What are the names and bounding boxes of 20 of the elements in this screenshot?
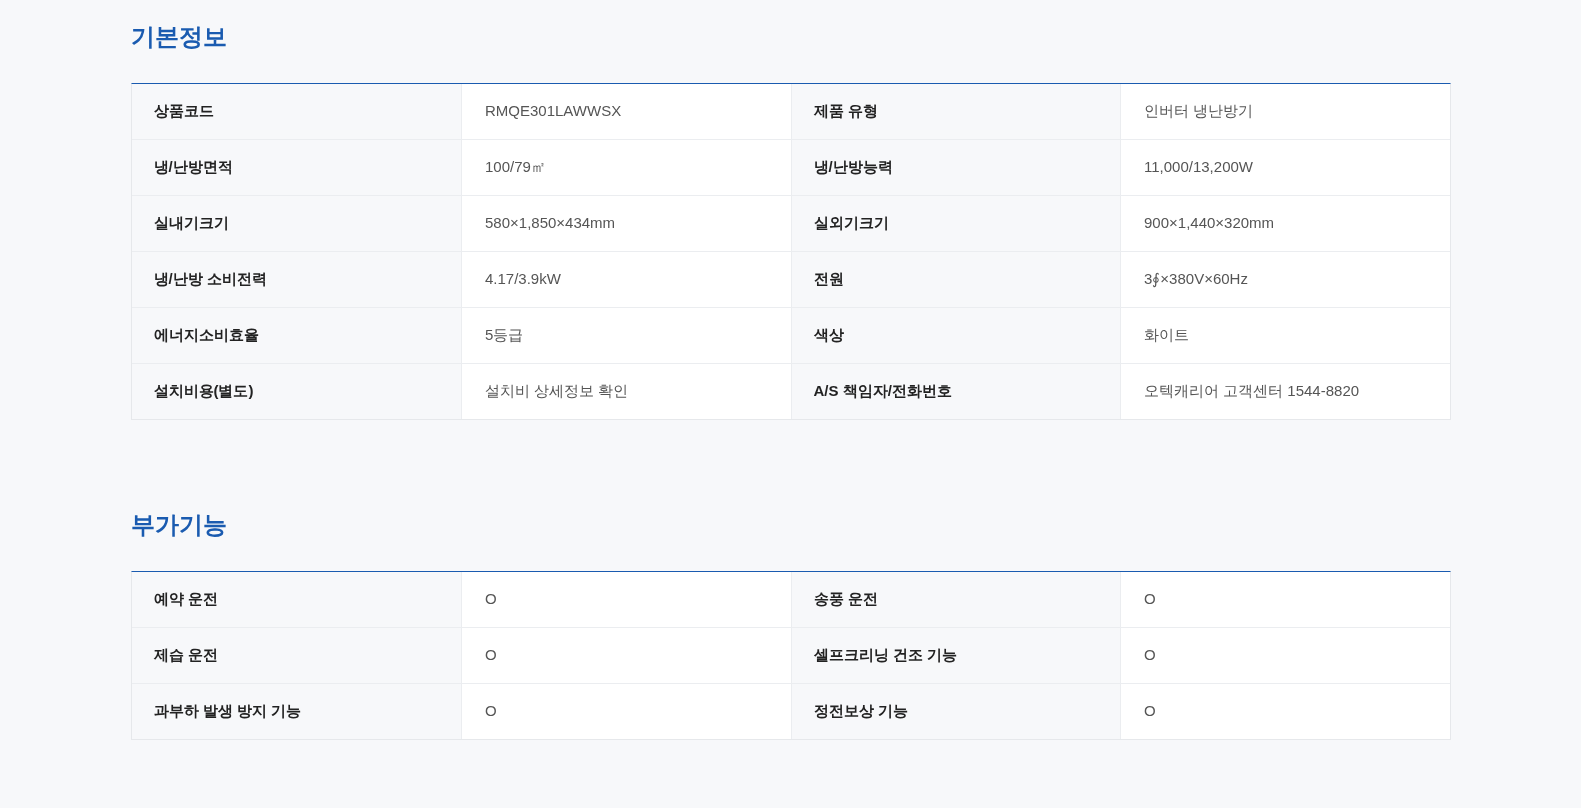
value-cell: 5등급 <box>461 308 791 363</box>
value-cell: O <box>461 628 791 683</box>
value-cell: 100/79㎡ <box>461 140 791 195</box>
value-cell: O <box>461 684 791 739</box>
value-cell: O <box>461 572 791 627</box>
section-title: 기본정보 <box>130 22 228 52</box>
value-cell: 오텍캐리어 고객센터 1544-8820 <box>1120 364 1450 419</box>
value-cell: 인버터 냉난방기 <box>1120 84 1450 139</box>
value-cell: 3∮×380V×60Hz <box>1120 252 1450 307</box>
value-cell: 900×1,440×320mm <box>1120 196 1450 251</box>
value-cell: 11,000/13,200W <box>1120 140 1450 195</box>
value-cell: O <box>1120 572 1450 627</box>
value-cell: 580×1,850×434mm <box>461 196 791 251</box>
value-cell: 4.17/3.9kW <box>461 252 791 307</box>
value-cell: RMQE301LAWWSX <box>461 84 791 139</box>
value-cell: 설치비 상세정보 확인 <box>461 364 791 419</box>
section-title: 부가기능 <box>130 510 228 540</box>
value-cell: O <box>1120 684 1450 739</box>
value-cell: 화이트 <box>1120 308 1450 363</box>
value-cell: O <box>1120 628 1450 683</box>
